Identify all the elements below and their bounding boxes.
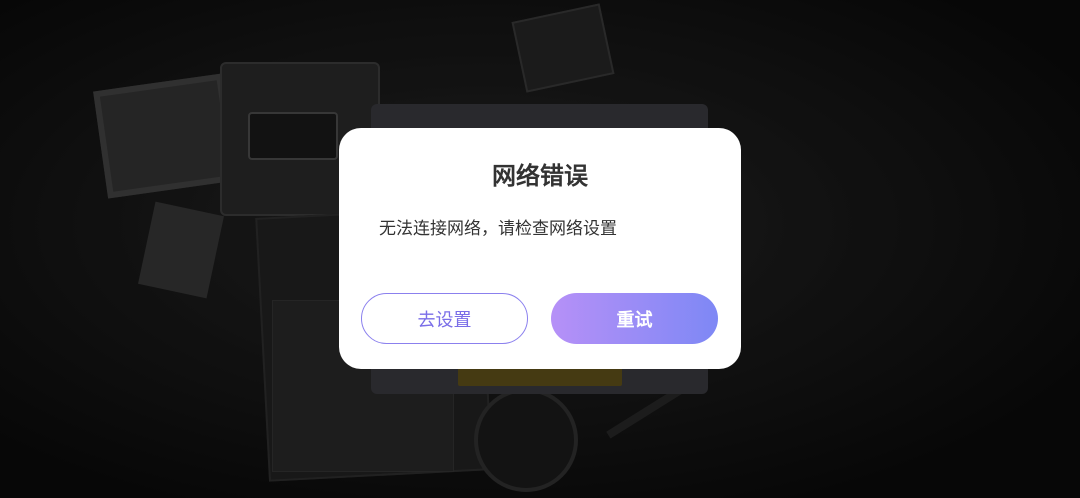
dialog-title: 网络错误	[492, 162, 588, 190]
network-error-dialog: 网络错误 无法连接网络，请检查网络设置 去设置 重试	[339, 128, 741, 369]
game-screen: 网络错误 无法连接网络，请检查网络设置 去设置 重试	[0, 0, 1080, 498]
retry-label: 重试	[616, 309, 653, 331]
go-to-settings-button[interactable]: 去设置	[361, 293, 528, 344]
retry-button[interactable]: 重试	[551, 293, 718, 344]
dialog-message: 无法连接网络，请检查网络设置	[379, 219, 617, 239]
go-to-settings-label: 去设置	[417, 309, 472, 331]
